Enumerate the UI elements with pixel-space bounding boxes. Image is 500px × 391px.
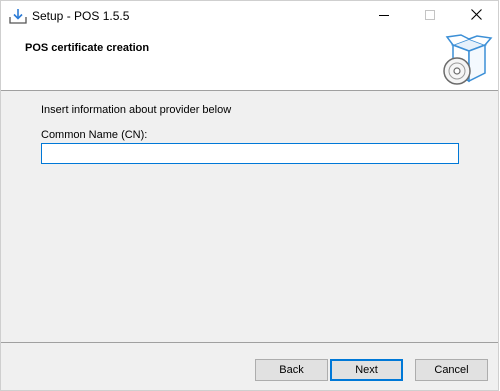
page-heading: POS certificate creation [25,42,150,54]
cancel-button[interactable]: Cancel [415,359,488,381]
minimize-button[interactable] [361,1,407,31]
setup-window: Setup - POS 1.5.5 POS certificate creati… [0,0,499,391]
instruction-text: Insert information about provider below [41,104,232,116]
maximize-button [407,1,453,31]
common-name-label: Common Name (CN): [41,129,148,141]
minimize-icon [379,10,389,23]
next-button[interactable]: Next [330,359,403,381]
install-icon [9,8,27,24]
close-button[interactable] [453,1,499,31]
footer-separator [1,342,498,343]
close-icon [470,9,482,23]
window-title: Setup - POS 1.5.5 [32,9,130,23]
title-bar: Setup - POS 1.5.5 [1,1,498,31]
common-name-input[interactable] [41,143,459,164]
back-button[interactable]: Back [255,359,328,381]
wizard-header: POS certificate creation [1,31,498,91]
software-box-icon [439,33,493,87]
maximize-icon [425,9,435,23]
